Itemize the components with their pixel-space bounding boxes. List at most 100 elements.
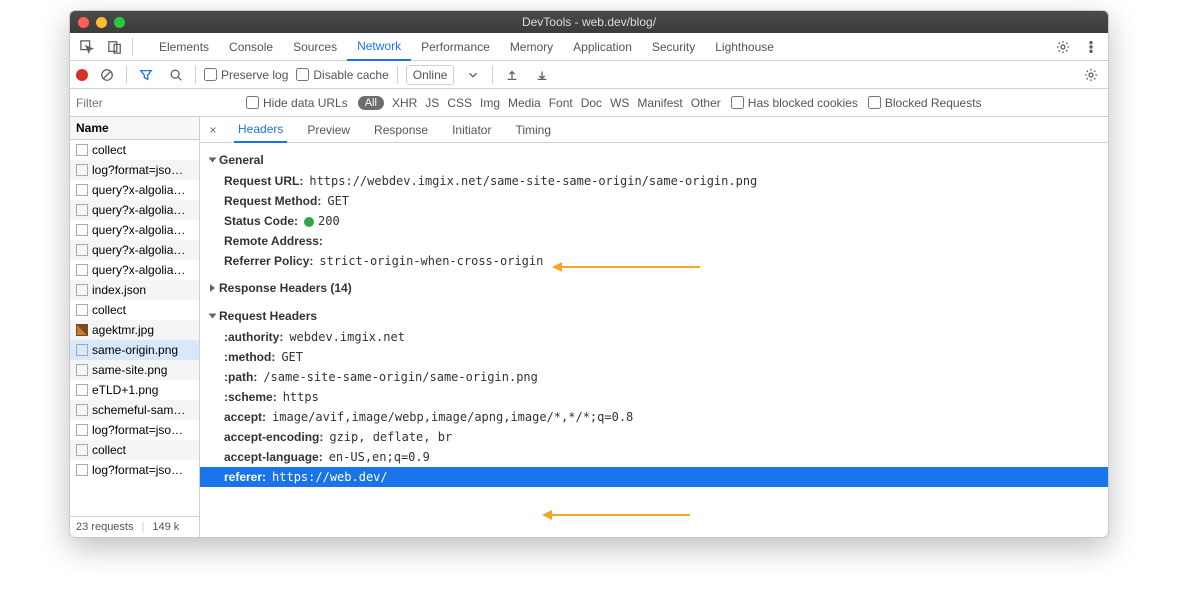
header-row: :scheme:https [200,387,1108,407]
type-filter-xhr[interactable]: XHR [392,96,417,110]
request-row[interactable]: same-site.png [70,360,199,380]
type-filter-all[interactable]: All [358,96,384,110]
close-detail-icon[interactable]: × [204,123,222,137]
header-key: :path: [224,370,257,384]
response-headers-title: Response Headers (14) [219,281,352,295]
throttling-dropdown-icon[interactable] [462,64,484,86]
request-row[interactable]: eTLD+1.png [70,380,199,400]
response-headers-section-header[interactable]: Response Headers (14) [200,277,1108,299]
request-name: log?format=jso… [92,423,183,437]
general-title: General [219,153,264,167]
header-key: accept: [224,410,266,424]
panel-tab-performance[interactable]: Performance [411,33,500,61]
panel-tab-application[interactable]: Application [563,33,642,61]
request-row[interactable]: query?x-algolia… [70,220,199,240]
inspect-icon[interactable] [76,36,98,58]
request-list: collectlog?format=jso…query?x-algolia…qu… [70,140,199,516]
panel-tab-console[interactable]: Console [219,33,283,61]
detail-tab-headers[interactable]: Headers [234,117,287,143]
filter-input[interactable] [76,96,236,110]
preserve-log-checkbox[interactable]: Preserve log [204,68,288,82]
blocked-requests-checkbox[interactable]: Blocked Requests [868,96,982,110]
panel-tab-sources[interactable]: Sources [283,33,347,61]
type-filter-font[interactable]: Font [549,96,573,110]
panel-tab-elements[interactable]: Elements [149,33,219,61]
detail-tab-preview[interactable]: Preview [303,117,354,143]
header-value: gzip, deflate, br [329,430,452,444]
panel-tab-lighthouse[interactable]: Lighthouse [705,33,784,61]
device-toggle-icon[interactable] [104,36,126,58]
settings-icon[interactable] [1052,36,1074,58]
request-row[interactable]: query?x-algolia… [70,200,199,220]
separator [492,66,493,84]
request-name: query?x-algolia… [92,263,185,277]
type-filter-img[interactable]: Img [480,96,500,110]
request-row[interactable]: log?format=jso… [70,460,199,480]
request-row[interactable]: collect [70,440,199,460]
panel-tab-security[interactable]: Security [642,33,705,61]
throttling-select[interactable]: Online [406,65,455,85]
general-section-header[interactable]: General [200,149,1108,171]
request-row[interactable]: collect [70,140,199,160]
type-filter-js[interactable]: JS [425,96,439,110]
type-filter-other[interactable]: Other [691,96,721,110]
request-row[interactable]: same-origin.png [70,340,199,360]
header-key: accept-encoding: [224,430,323,444]
request-name: collect [92,143,126,157]
request-name: collect [92,303,126,317]
request-headers-section-header[interactable]: Request Headers [200,305,1108,327]
upload-har-icon[interactable] [501,64,523,86]
resource-type-filters: All XHR JS CSS Img Media Font Doc WS Manifest Othe… [358,96,721,110]
type-filter-css[interactable]: CSS [447,96,472,110]
disclosure-triangle-icon [209,158,217,163]
request-row[interactable]: log?format=jso… [70,160,199,180]
document-file-icon [76,164,88,176]
search-icon[interactable] [165,64,187,86]
record-button[interactable] [76,69,88,81]
header-key: Request Method: [224,194,321,208]
request-row[interactable]: schemeful-sam… [70,400,199,420]
detail-tab-timing[interactable]: Timing [511,117,555,143]
request-row[interactable]: collect [70,300,199,320]
maximize-window-icon[interactable] [114,17,125,28]
detail-tab-initiator[interactable]: Initiator [448,117,495,143]
header-row-referer: referer:https://web.dev/ [200,467,1108,487]
request-row[interactable]: query?x-algolia… [70,240,199,260]
window-controls [78,17,125,28]
minimize-window-icon[interactable] [96,17,107,28]
request-name: log?format=jso… [92,463,183,477]
detail-tab-response[interactable]: Response [370,117,432,143]
header-value: https://webdev.imgix.net/same-site-same-… [309,174,757,188]
request-row[interactable]: agektmr.jpg [70,320,199,340]
document-file-icon [76,304,88,316]
has-blocked-cookies-checkbox[interactable]: Has blocked cookies [731,96,858,110]
name-column-header[interactable]: Name [70,117,199,140]
request-row[interactable]: query?x-algolia… [70,180,199,200]
request-row[interactable]: log?format=jso… [70,420,199,440]
type-filter-ws[interactable]: WS [610,96,629,110]
document-file-icon [76,184,88,196]
download-har-icon[interactable] [531,64,553,86]
header-key: :scheme: [224,390,277,404]
close-window-icon[interactable] [78,17,89,28]
disable-cache-checkbox[interactable]: Disable cache [296,68,388,82]
panel-tab-network[interactable]: Network [347,33,411,61]
devtools-window: DevTools - web.dev/blog/ ElementsConsole… [69,10,1109,538]
filter-icon[interactable] [135,64,157,86]
type-filter-doc[interactable]: Doc [581,96,602,110]
hide-data-urls-checkbox[interactable]: Hide data URLs [246,96,348,110]
network-settings-icon[interactable] [1080,64,1102,86]
header-value: https://web.dev/ [272,470,388,484]
document-file-icon [76,284,88,296]
clear-icon[interactable] [96,64,118,86]
header-value: en-US,en;q=0.9 [329,450,430,464]
type-filter-media[interactable]: Media [508,96,541,110]
request-name: agektmr.jpg [92,323,154,337]
request-row[interactable]: index.json [70,280,199,300]
panel-tab-memory[interactable]: Memory [500,33,563,61]
more-icon[interactable] [1080,36,1102,58]
type-filter-manifest[interactable]: Manifest [637,96,682,110]
header-value: 200 [304,214,340,228]
request-row[interactable]: query?x-algolia… [70,260,199,280]
hide-data-urls-label: Hide data URLs [263,96,348,110]
